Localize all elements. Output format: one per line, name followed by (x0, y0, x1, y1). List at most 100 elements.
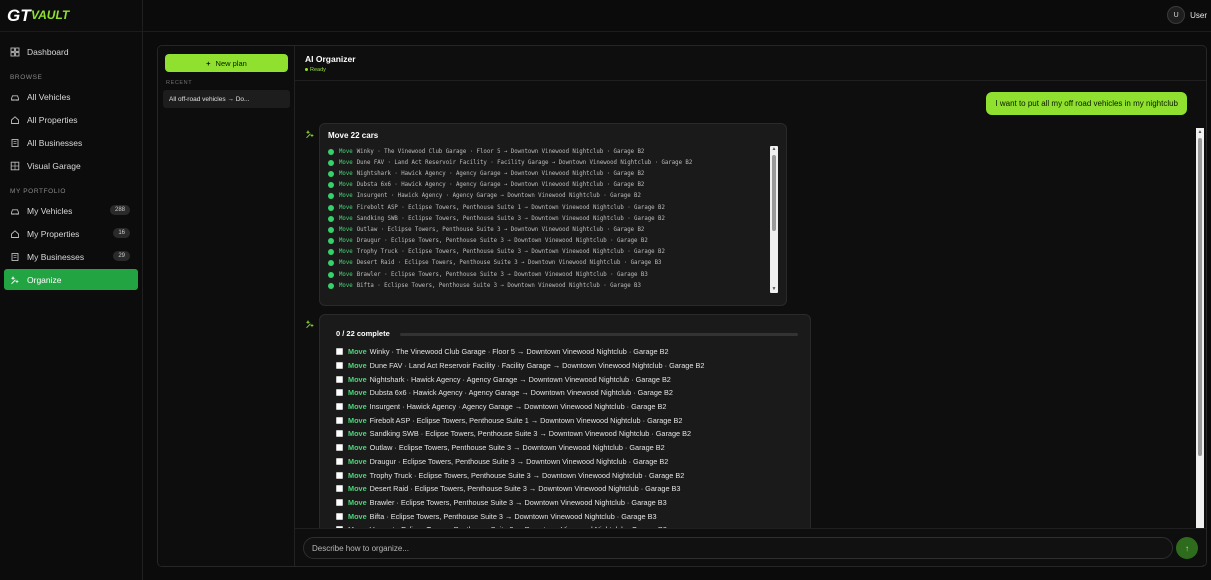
sidebar-item-my-properties[interactable]: My Properties 16 (4, 223, 138, 244)
car-icon (10, 92, 20, 102)
status-dot-icon (328, 193, 334, 200)
move-checklist-row[interactable]: Move Brawler · Eclipse Towers, Penthouse … (336, 496, 806, 510)
sidebar-item-organize[interactable]: Organize (4, 269, 138, 290)
sidebar-item-visual-garage[interactable]: Visual Garage (4, 155, 138, 176)
move-description: Draugur · Eclipse Towers, Penthouse Suit… (369, 456, 669, 466)
move-summary-row: Move Sandking SWB · Eclipse Towers, Penth… (328, 213, 770, 224)
send-button[interactable]: ↑ (1176, 537, 1198, 559)
move-summary-list[interactable]: Move Winky · The Vinewood Club Garage · F… (328, 146, 770, 293)
move-summary-title: Move 22 cars (328, 131, 379, 140)
organize-prompt-input[interactable] (303, 537, 1173, 559)
move-description: Dubsta 6x6 · Hawick Agency · Agency Gara… (369, 388, 673, 398)
move-checklist-row[interactable]: Move Trophy Truck · Eclipse Towers, Penth… (336, 468, 806, 482)
sidebar-item-label: All Vehicles (27, 91, 71, 102)
scroll-down-icon[interactable]: ▼ (770, 286, 778, 293)
move-description: Dune FAV · Land Act Reservoir Facility ·… (356, 159, 693, 166)
status-dot-icon (328, 159, 334, 166)
move-description: Insurgent · Hawick Agency · Agency Garag… (356, 193, 641, 200)
sidebar: GT VAULT Dashboard BROWSE All Vehicles A… (0, 0, 143, 580)
status-dot-icon (328, 282, 334, 289)
move-checkbox[interactable] (336, 512, 343, 520)
move-checkbox[interactable] (336, 403, 343, 411)
chat-title: AI Organizer (305, 54, 356, 64)
move-checklist-row[interactable]: Move Winky · The Vinewood Club Garage · F… (336, 345, 806, 359)
move-checklist-row[interactable]: Move Draugur · Eclipse Towers, Penthouse … (336, 455, 806, 469)
section-browse: BROWSE (10, 74, 43, 81)
ai-sparkle-icon (305, 316, 315, 329)
move-checkbox[interactable] (336, 362, 343, 370)
move-checklist-row[interactable]: Move Nightshark · Hawick Agency · Agency … (336, 372, 806, 386)
sidebar-item-my-vehicles[interactable]: My Vehicles 288 (4, 200, 138, 221)
move-checkbox[interactable] (336, 430, 343, 438)
sidebar-item-all-businesses[interactable]: All Businesses (4, 132, 138, 153)
sidebar-item-label: My Properties (27, 228, 80, 239)
move-summary-row: Move Nightshark · Hawick Agency · Agency … (328, 168, 770, 179)
move-checklist-row[interactable]: Move Desert Raid · Eclipse Towers, Pentho… (336, 482, 806, 496)
building-icon (10, 252, 20, 262)
recent-plan-item[interactable]: All off-road vehicles → Do... (163, 90, 290, 108)
message-list[interactable]: I want to put all my off road vehicles i… (295, 82, 1206, 530)
move-description: Bifta · Eclipse Towers, Penthouse Suite … (369, 511, 657, 521)
move-description: Nightshark · Hawick Agency · Agency Gara… (369, 374, 671, 384)
move-description: Outlaw · Eclipse Towers, Penthouse Suite… (356, 226, 645, 233)
scroll-up-icon[interactable]: ▲ (1196, 128, 1204, 136)
scroll-thumb[interactable] (1198, 138, 1202, 456)
composer: ↑ (295, 528, 1206, 566)
move-checklist-row[interactable]: Move Sandking SWB · Eclipse Towers, Penth… (336, 427, 806, 441)
move-verb: Move (348, 470, 367, 480)
move-checklist-row[interactable]: Move Firebolt ASP · Eclipse Towers, Penth… (336, 413, 806, 427)
move-verb: Move (339, 215, 353, 222)
move-verb: Move (339, 170, 353, 177)
chat-area: AI Organizer Ready I want to put all my … (295, 46, 1206, 566)
new-plan-button[interactable]: + New plan (165, 54, 288, 72)
move-checkbox[interactable] (336, 444, 343, 452)
move-verb: Move (348, 415, 367, 425)
move-verb: Move (339, 260, 353, 267)
move-checkbox[interactable] (336, 457, 343, 465)
sidebar-item-label: My Businesses (27, 251, 85, 262)
app-root: GT VAULT Dashboard BROWSE All Vehicles A… (0, 0, 1211, 580)
move-checklist-row[interactable]: Move Dubsta 6x6 · Hawick Agency · Agency … (336, 386, 806, 400)
move-checkbox[interactable] (336, 416, 343, 424)
move-summary-row: Move Firebolt ASP · Eclipse Towers, Penth… (328, 202, 770, 213)
move-verb: Move (339, 249, 353, 256)
status-badge: Ready (305, 67, 1196, 73)
user-menu[interactable]: U User (1167, 6, 1207, 24)
sidebar-item-label: My Vehicles (27, 205, 73, 216)
move-checkbox[interactable] (336, 389, 343, 397)
move-description: Desert Raid · Eclipse Towers, Penthouse … (369, 484, 681, 494)
scroll-thumb[interactable] (772, 155, 776, 231)
move-checklist-row[interactable]: Move Insurgent · Hawick Agency · Agency G… (336, 400, 806, 414)
move-description: Trophy Truck · Eclipse Towers, Penthouse… (369, 470, 685, 480)
sidebar-item-all-properties[interactable]: All Properties (4, 109, 138, 130)
status-dot-icon (328, 170, 334, 177)
move-checklist-row[interactable]: Move Dune FAV · Land Act Reservoir Facili… (336, 359, 806, 373)
move-verb: Move (348, 347, 367, 357)
move-checklist-row[interactable]: Move Bifta · Eclipse Towers, Penthouse Su… (336, 509, 806, 523)
logo[interactable]: GT VAULT (0, 0, 142, 32)
move-checkbox[interactable] (336, 485, 343, 493)
move-verb: Move (348, 497, 367, 507)
move-checkbox[interactable] (336, 348, 343, 356)
move-summary-row: Move Winky · The Vinewood Club Garage · F… (328, 146, 770, 157)
summary-scrollbar[interactable]: ▲ ▼ (770, 146, 778, 293)
sidebar-item-my-businesses[interactable]: My Businesses 29 (4, 246, 138, 267)
sidebar-item-label: Organize (27, 274, 62, 285)
sidebar-item-dashboard[interactable]: Dashboard (4, 41, 138, 62)
sidebar-item-all-vehicles[interactable]: All Vehicles (4, 86, 138, 107)
ai-sparkle-icon (305, 126, 315, 139)
move-description: Draugur · Eclipse Towers, Penthouse Suit… (356, 238, 648, 245)
move-checkbox[interactable] (336, 498, 343, 506)
gt-vault-logo: GT VAULT (7, 6, 71, 25)
move-checkbox[interactable] (336, 471, 343, 479)
move-checklist-row[interactable]: Move Outlaw · Eclipse Towers, Penthouse S… (336, 441, 806, 455)
move-description: Dubsta 6x6 · Hawick Agency · Agency Gara… (356, 182, 645, 189)
move-verb: Move (339, 282, 353, 289)
move-checkbox[interactable] (336, 375, 343, 383)
move-description: Bifta · Eclipse Towers, Penthouse Suite … (356, 282, 641, 289)
move-summary-row: Move Desert Raid · Eclipse Towers, Pentho… (328, 258, 770, 269)
move-description: Outlaw · Eclipse Towers, Penthouse Suite… (369, 443, 665, 453)
scroll-up-icon[interactable]: ▲ (770, 146, 778, 153)
status-dot-icon (305, 68, 308, 72)
chat-scrollbar[interactable]: ▲ ▼ (1196, 128, 1204, 566)
